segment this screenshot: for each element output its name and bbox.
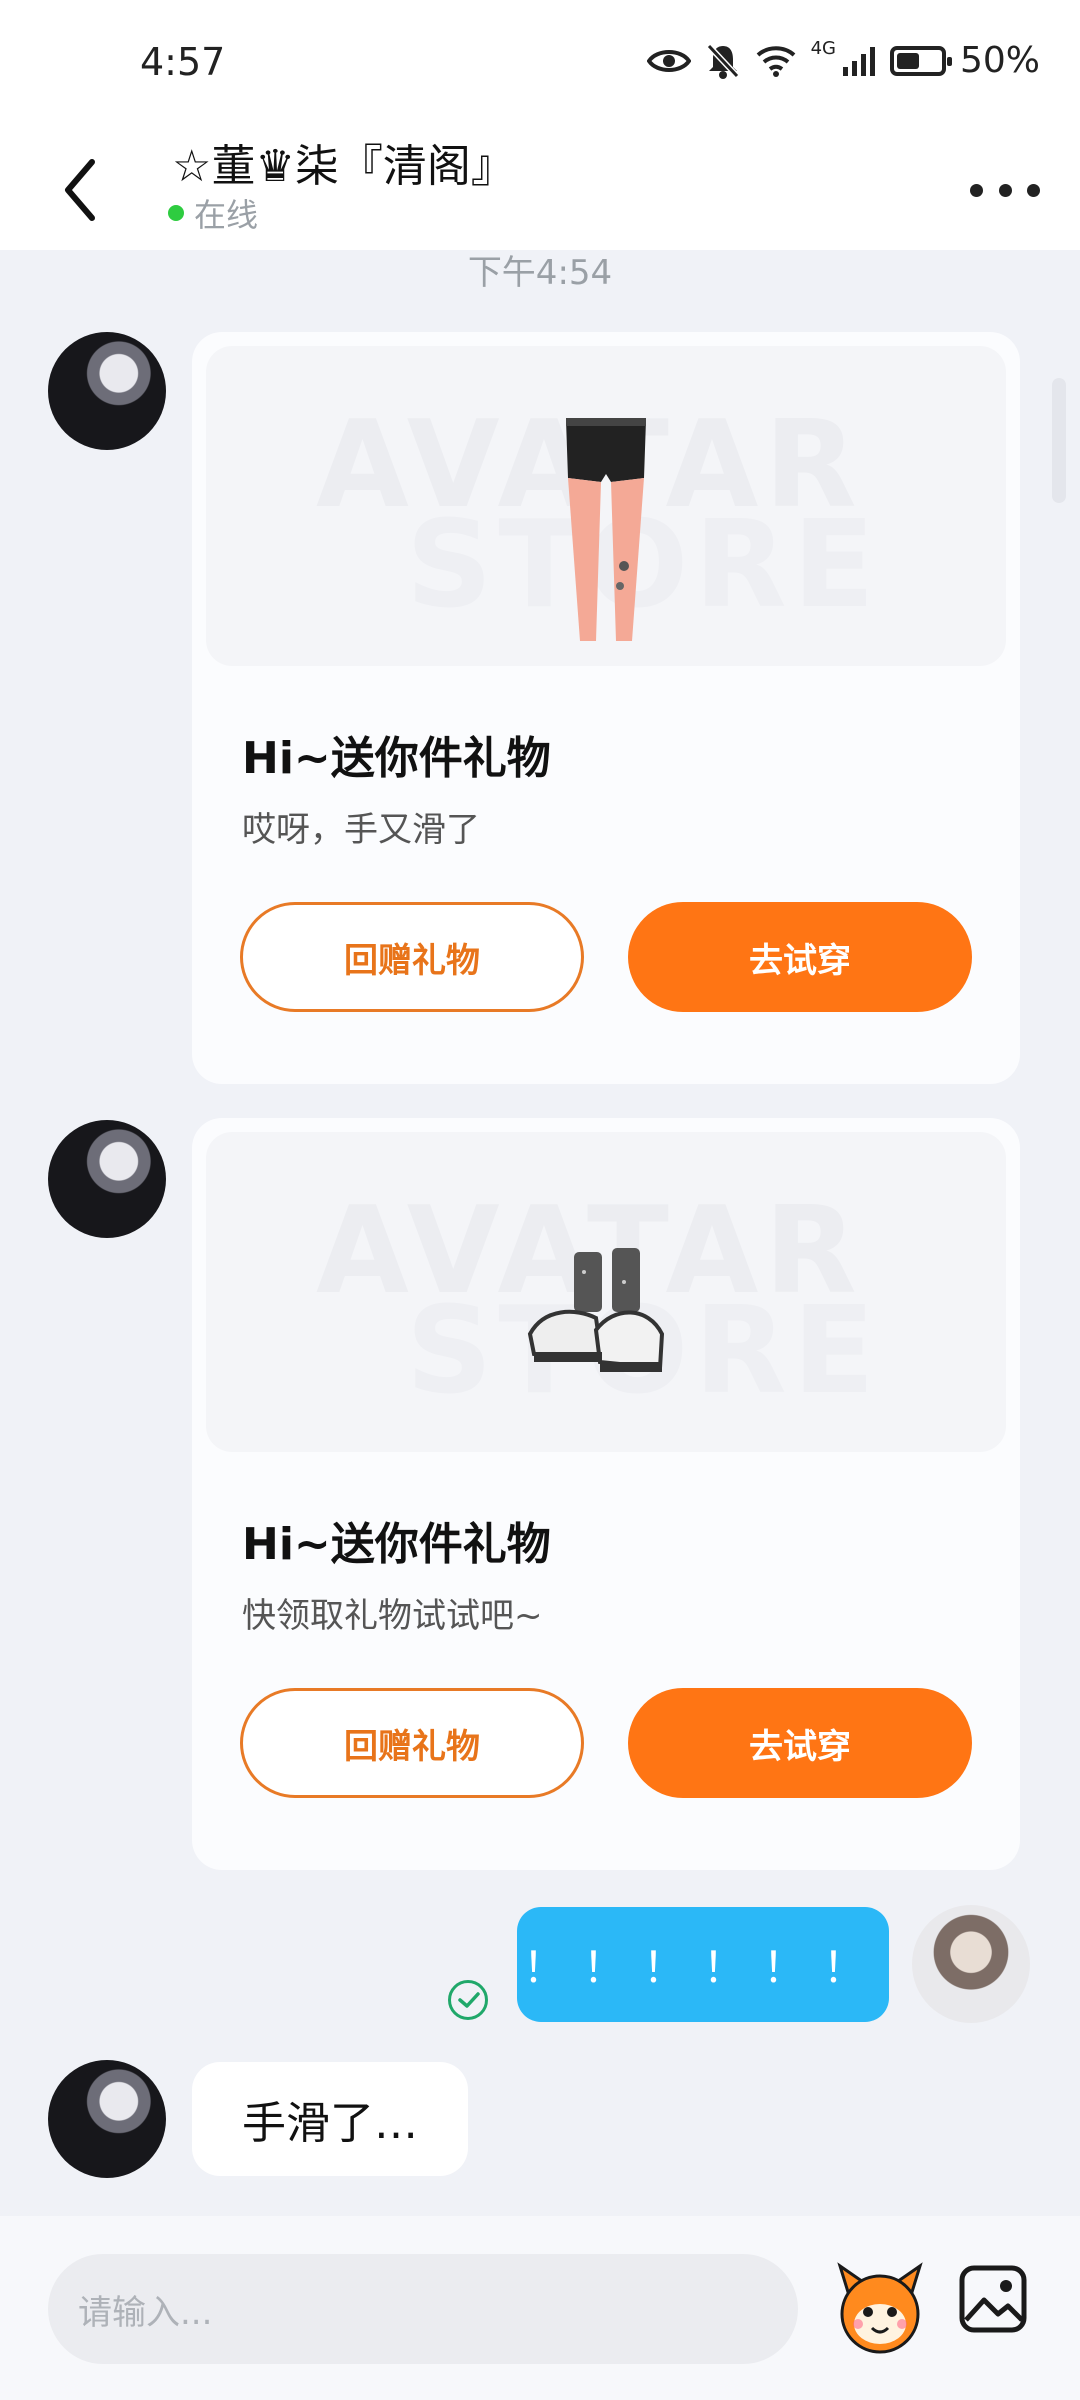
battery-icon — [889, 45, 952, 76]
return-gift-button[interactable]: 回赠礼物 — [240, 1688, 584, 1798]
return-gift-button[interactable]: 回赠礼物 — [240, 902, 584, 1012]
gift-title: Hi~送你件礼物 — [242, 1519, 551, 1570]
more-options-icon[interactable] — [970, 170, 1040, 210]
leggings-icon — [566, 418, 646, 641]
gift-card: AVATAR STORE Hi~送你件礼物 快领取礼物试试吧~ 回赠礼物 去试穿 — [192, 1118, 1020, 1870]
message-timestamp: 下午4:54 — [467, 253, 613, 293]
bell-muted-icon — [706, 43, 739, 79]
scrollbar[interactable] — [1052, 378, 1066, 503]
contact-avatar[interactable] — [48, 1120, 166, 1238]
online-status: 在线 — [168, 190, 258, 236]
contact-name: ☆董♛柒『清阁』 — [172, 141, 515, 192]
sneakers-icon — [527, 1248, 665, 1372]
gift-image[interactable]: AVATAR STORE — [206, 346, 1006, 666]
contact-avatar[interactable] — [48, 332, 166, 450]
read-check-icon — [448, 1980, 488, 2020]
image-picker-icon[interactable] — [958, 2264, 1028, 2334]
battery-percent: 50% — [959, 40, 1040, 81]
online-status-label: 在线 — [194, 196, 259, 234]
composer-bar: 请输入... — [0, 2216, 1080, 2400]
status-icons: 4G 50% — [646, 38, 1040, 81]
contact-avatar[interactable] — [48, 2060, 166, 2178]
wifi-icon — [756, 45, 795, 77]
chat-header: ☆董♛柒『清阁』 在线 — [0, 130, 1080, 250]
emoji-mascot-icon[interactable] — [830, 2258, 930, 2358]
gift-title: Hi~送你件礼物 — [242, 733, 551, 784]
gift-message: 哎呀，手又滑了 — [242, 810, 480, 850]
online-dot-icon — [168, 205, 184, 221]
gift-image[interactable]: AVATAR STORE — [206, 1132, 1006, 1452]
network-type: 4G — [810, 38, 836, 59]
gift-message: 快领取礼物试试吧~ — [242, 1596, 543, 1636]
my-message-bubble[interactable]: ！！！！！！ — [517, 1907, 889, 2022]
signal-icon — [842, 46, 875, 76]
my-avatar[interactable] — [912, 1905, 1030, 2023]
their-message-bubble[interactable]: 手滑了… — [192, 2062, 468, 2176]
try-on-button[interactable]: 去试穿 — [628, 902, 972, 1012]
status-bar: 4:57 4G 50% — [0, 0, 1080, 130]
try-on-button[interactable]: 去试穿 — [628, 1688, 972, 1798]
gift-card: AVATAR STORE Hi~送你件礼物 哎呀，手又滑了 回赠礼物 去试穿 — [192, 332, 1020, 1084]
eye-icon — [646, 49, 691, 72]
status-time: 4:57 — [140, 40, 226, 84]
back-icon[interactable] — [52, 150, 112, 230]
message-input[interactable]: 请输入... — [48, 2254, 798, 2364]
